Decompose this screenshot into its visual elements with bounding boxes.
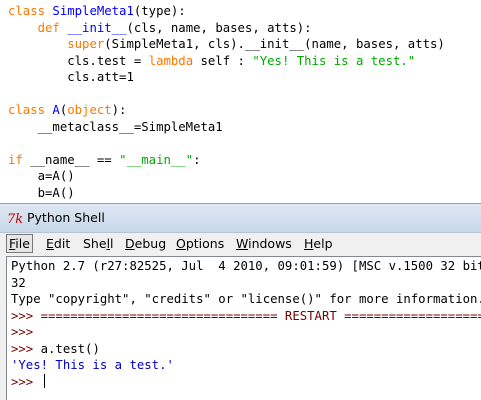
editor-token: super bbox=[67, 37, 105, 51]
menu-edit[interactable]: Edit bbox=[43, 235, 73, 252]
editor-line: a=A() bbox=[8, 168, 445, 185]
editor-line: __metaclass__=SimpleMeta1 bbox=[8, 119, 445, 136]
editor-token bbox=[8, 37, 67, 51]
shell-token: 'Yes! This is a test.' bbox=[11, 358, 174, 372]
shell-line: 'Yes! This is a test.' bbox=[11, 357, 481, 374]
shell-line: Type "copyright", "credits" or "license(… bbox=[11, 291, 481, 308]
editor-token: __init__ bbox=[67, 20, 127, 35]
editor-token: object bbox=[67, 103, 112, 117]
shell-token: >>> bbox=[11, 325, 41, 339]
editor-token: : bbox=[193, 152, 201, 167]
editor-token: b=A() bbox=[8, 185, 75, 200]
editor-token: lambda bbox=[148, 53, 194, 68]
editor-token bbox=[8, 21, 38, 35]
menu-debug[interactable]: Debug bbox=[122, 235, 169, 252]
editor-token: (type): bbox=[133, 4, 186, 18]
menu-bar: File Edit Shell Debug Options Windows Help bbox=[0, 233, 481, 255]
editor-token: A bbox=[52, 103, 60, 117]
editor-token: "__main__" bbox=[119, 152, 194, 167]
editor-line: b=A() bbox=[8, 185, 445, 202]
shell-token: >>> bbox=[11, 374, 41, 389]
editor-token: cls.test = bbox=[8, 53, 149, 68]
editor-line: super(SimpleMeta1, cls).__init__(name, b… bbox=[8, 36, 445, 53]
editor-token: "Yes! This is a test." bbox=[252, 53, 416, 68]
editor-token: __name__ == bbox=[30, 152, 120, 167]
editor-token: (cls, name, bases, atts): bbox=[126, 20, 312, 35]
editor-line: def __init__(cls, name, bases, atts): bbox=[8, 20, 445, 37]
editor-line: if __name__ == "__main__": bbox=[8, 152, 445, 169]
editor-line: cls.att=1 bbox=[8, 69, 445, 86]
menu-windows[interactable]: Windows bbox=[233, 235, 295, 252]
shell-line: >>> bbox=[11, 373, 481, 391]
editor-token: self : bbox=[193, 53, 253, 68]
menu-options[interactable]: Options bbox=[173, 235, 227, 252]
python-shell-window: 7k Python Shell File Edit Shell Debug Option… bbox=[0, 203, 481, 400]
editor-token: a=A() bbox=[8, 169, 75, 183]
shell-text: Python 2.7 (r27:82525, Jul 4 2010, 09:01… bbox=[11, 258, 481, 390]
editor-token: class bbox=[8, 4, 53, 18]
editor-token: def bbox=[37, 20, 68, 35]
shell-line: 32 bbox=[11, 275, 481, 292]
editor-token: ): bbox=[111, 103, 127, 117]
shell-token: a.test() bbox=[40, 341, 100, 356]
menu-shell[interactable]: Shell bbox=[80, 235, 117, 252]
menu-help[interactable]: Help bbox=[301, 235, 336, 252]
title-bar[interactable]: 7k Python Shell bbox=[0, 204, 481, 233]
text-cursor bbox=[43, 373, 45, 388]
editor-line: cls.test = lambda self : "Yes! This is a… bbox=[8, 53, 445, 70]
editor-token: if bbox=[8, 152, 31, 167]
svg-text:7k: 7k bbox=[7, 212, 23, 227]
editor-token: class bbox=[8, 103, 53, 117]
editor-code: class SimpleMeta1(type): def __init__(cl… bbox=[8, 3, 445, 201]
shell-line: >>> ================================ RES… bbox=[11, 308, 481, 325]
shell-token: Type "copyright", "credits" or "license(… bbox=[11, 292, 481, 306]
shell-line: >>> a.test() bbox=[11, 341, 481, 358]
editor-token: SimpleMeta1 bbox=[52, 4, 134, 18]
shell-line: >>> bbox=[11, 324, 481, 341]
shell-token: >>> ================================ RES… bbox=[11, 308, 481, 323]
shell-output[interactable]: Python 2.7 (r27:82525, Jul 4 2010, 09:01… bbox=[6, 256, 481, 400]
editor-token: cls.att=1 bbox=[8, 70, 134, 84]
shell-token: 32 bbox=[11, 275, 26, 290]
menu-file[interactable]: File bbox=[6, 234, 33, 253]
window-title: Python Shell bbox=[27, 210, 105, 225]
shell-token: >>> bbox=[11, 341, 41, 356]
editor-pane[interactable]: class SimpleMeta1(type): def __init__(cl… bbox=[0, 0, 481, 203]
editor-token: __metaclass__=SimpleMeta1 bbox=[8, 119, 223, 134]
editor-line: class SimpleMeta1(type): bbox=[8, 3, 445, 20]
tk-feather-icon: 7k bbox=[6, 209, 24, 227]
shell-token: Python 2.7 (r27:82525, Jul 4 2010, 09:01… bbox=[11, 259, 481, 273]
editor-token: (SimpleMeta1, cls).__init__(name, bases,… bbox=[104, 37, 445, 51]
editor-line: class A(object): bbox=[8, 102, 445, 119]
shell-line: Python 2.7 (r27:82525, Jul 4 2010, 09:01… bbox=[11, 258, 481, 275]
